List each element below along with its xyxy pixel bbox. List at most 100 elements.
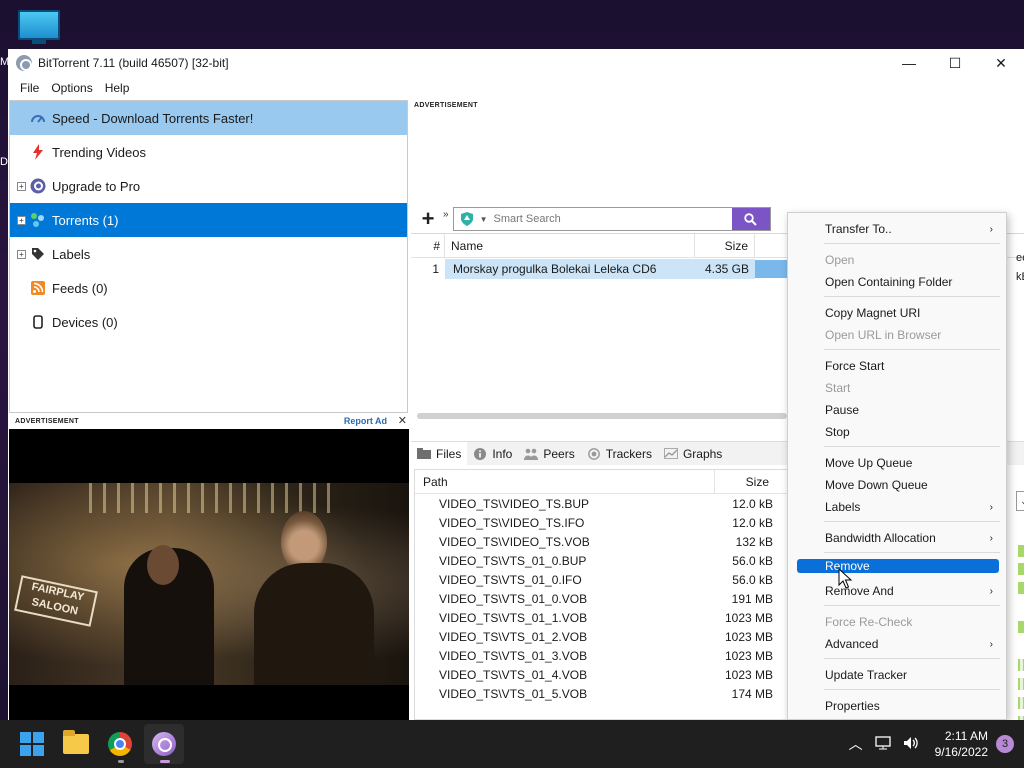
notification-badge[interactable]: 3 xyxy=(996,735,1014,753)
file-path: VIDEO_TS\VIDEO_TS.IFO xyxy=(439,515,585,530)
menu-item-force-start[interactable]: Force Start xyxy=(797,356,999,376)
file-row[interactable]: VIDEO_TS\VTS_01_4.VOB 1023 MB xyxy=(415,665,793,684)
menu-item-properties[interactable]: Properties xyxy=(797,696,999,716)
menu-item-copy-magnet-uri[interactable]: Copy Magnet URI xyxy=(797,303,999,323)
file-row[interactable]: VIDEO_TS\VTS_01_3.VOB 1023 MB xyxy=(415,646,793,665)
file-row[interactable]: VIDEO_TS\VTS_01_0.VOB 191 MB xyxy=(415,589,793,608)
chevron-right-icon: › xyxy=(989,223,993,235)
menu-item-transfer-to[interactable]: Transfer To.. › xyxy=(797,219,999,239)
tab-graphs[interactable]: Graphs xyxy=(658,442,728,466)
menu-item-labels[interactable]: Labels › xyxy=(797,497,999,517)
file-size: 1023 MB xyxy=(724,610,773,625)
left-advertisement[interactable]: ADVERTISEMENT Report Ad ✕ FAIRPLAY SALOO… xyxy=(9,413,409,720)
torrent-number: 1 xyxy=(432,262,439,276)
menu-item-open-containing-folder[interactable]: Open Containing Folder xyxy=(797,272,999,292)
sidebar-item-devices[interactable]: Devices (0) xyxy=(10,305,407,339)
chevron-down-icon[interactable]: ▼ xyxy=(480,215,488,224)
menu-file[interactable]: File xyxy=(14,81,45,95)
title-bar[interactable]: BitTorrent 7.11 (build 46507) [32-bit] —… xyxy=(8,49,1024,77)
sidebar-item-trending-videos[interactable]: Trending Videos xyxy=(10,135,407,169)
add-torrent-button[interactable]: + xyxy=(415,206,441,232)
chevron-down-icon[interactable]: ⌄ xyxy=(1016,491,1024,511)
menu-item-advanced[interactable]: Advanced › xyxy=(797,634,999,654)
maximize-button[interactable]: ☐ xyxy=(932,49,978,77)
file-row[interactable]: VIDEO_TS\VTS_01_0.IFO 56.0 kB xyxy=(415,570,793,589)
file-row[interactable]: VIDEO_TS\VTS_01_0.BUP 56.0 kB xyxy=(415,551,793,570)
advertisement-label: ADVERTISEMENT xyxy=(414,102,478,109)
smart-search-box[interactable]: ▼ Smart Search xyxy=(452,207,771,231)
tab-peers[interactable]: Peers xyxy=(518,442,580,466)
menu-item-move-down-queue[interactable]: Move Down Queue xyxy=(797,475,999,495)
menu-item-remove[interactable]: Remove xyxy=(797,559,999,573)
menu-options[interactable]: Options xyxy=(45,81,98,95)
sidebar-item-labels[interactable]: + Labels xyxy=(10,237,407,271)
show-hidden-icons-chevron-icon[interactable]: ︿ xyxy=(849,734,863,754)
this-pc-desktop-icon[interactable] xyxy=(18,10,60,48)
tab-files[interactable]: Files xyxy=(411,441,468,466)
tab-info[interactable]: Info xyxy=(467,442,518,466)
graphs-icon xyxy=(663,448,678,460)
file-size: 1023 MB xyxy=(724,629,773,644)
search-button[interactable] xyxy=(731,208,770,230)
search-input[interactable]: Smart Search xyxy=(493,213,731,225)
menu-item-bandwidth-allocation[interactable]: Bandwidth Allocation › xyxy=(797,528,999,548)
sidebar-item-torrents[interactable]: + Torrents (1) xyxy=(10,203,407,237)
tab-label: Trackers xyxy=(605,446,652,461)
shield-icon[interactable] xyxy=(454,208,480,230)
column-header-name[interactable]: Name xyxy=(445,233,695,258)
close-ad-icon[interactable]: ✕ xyxy=(398,414,407,427)
bittorrent-logo-icon xyxy=(30,178,46,194)
tab-label: Files xyxy=(436,446,462,461)
file-row[interactable]: VIDEO_TS\VTS_01_2.VOB 1023 MB xyxy=(415,627,793,646)
menu-item-stop[interactable]: Stop xyxy=(797,422,999,442)
clock[interactable]: 2:11 AM 9/16/2022 xyxy=(935,728,988,760)
sidebar-item-speed[interactable]: Speed - Download Torrents Faster! xyxy=(10,101,407,135)
tab-trackers[interactable]: Trackers xyxy=(581,442,658,466)
volume-icon[interactable] xyxy=(903,736,919,753)
mouse-cursor-icon xyxy=(838,568,852,589)
file-row[interactable]: VIDEO_TS\VIDEO_TS.BUP 12.0 kB xyxy=(415,494,793,513)
horizontal-scrollbar[interactable] xyxy=(417,413,787,419)
expand-toggle-icon[interactable]: + xyxy=(17,249,26,259)
bittorrent-taskbar-button[interactable] xyxy=(144,724,184,764)
file-row[interactable]: VIDEO_TS\VIDEO_TS.IFO 12.0 kB xyxy=(415,513,793,532)
torrents-icon xyxy=(30,212,46,228)
chevron-right-icon: › xyxy=(989,532,993,544)
menu-item-open: Open xyxy=(825,253,855,267)
file-explorer-button[interactable] xyxy=(56,724,96,764)
column-header-size[interactable]: Size xyxy=(695,233,755,258)
menu-item-pause[interactable]: Pause xyxy=(797,400,999,420)
files-list: Path Size VIDEO_TS\VIDEO_TS.BUP 12.0 kB V… xyxy=(414,469,794,720)
top-advertisement[interactable]: ADVERTISEMENT xyxy=(410,100,1024,204)
report-ad-link[interactable]: Report Ad xyxy=(344,416,387,426)
expand-toggle-icon[interactable]: + xyxy=(17,215,26,225)
chrome-button[interactable] xyxy=(100,724,140,764)
column-header-path[interactable]: Path xyxy=(415,469,715,494)
file-size: 12.0 kB xyxy=(732,496,773,511)
close-button[interactable]: ✕ xyxy=(978,49,1024,77)
file-row[interactable]: VIDEO_TS\VIDEO_TS.VOB 132 kB xyxy=(415,532,793,551)
rss-icon xyxy=(30,280,46,296)
windows-logo-icon xyxy=(20,732,44,756)
file-row[interactable]: VIDEO_TS\VTS_01_5.VOB 174 MB xyxy=(415,684,793,703)
sidebar-item-feeds[interactable]: Feeds (0) xyxy=(10,271,407,305)
column-header-number[interactable]: # xyxy=(411,233,445,258)
chevron-right-icon: › xyxy=(989,638,993,650)
menu-item-move-up-queue[interactable]: Move Up Queue xyxy=(797,453,999,473)
file-path: VIDEO_TS\VTS_01_5.VOB xyxy=(439,686,588,701)
ad-video-frame[interactable]: FAIRPLAY SALOON xyxy=(9,483,409,685)
sidebar-item-upgrade-to-pro[interactable]: + Upgrade to Pro xyxy=(10,169,407,203)
chrome-icon xyxy=(108,732,132,756)
menu-item-update-tracker[interactable]: Update Tracker xyxy=(797,665,999,685)
menu-item-remove-and[interactable]: Remove And › xyxy=(797,581,999,601)
menu-help[interactable]: Help xyxy=(99,81,136,95)
start-button[interactable] xyxy=(12,724,52,764)
toolbar-overflow-icon[interactable]: » xyxy=(443,209,449,220)
file-row[interactable]: VIDEO_TS\VTS_01_1.VOB 1023 MB xyxy=(415,608,793,627)
network-icon[interactable] xyxy=(874,735,891,753)
expand-toggle-icon[interactable]: + xyxy=(17,181,26,191)
progress-bar xyxy=(1018,678,1024,690)
chevron-right-icon: › xyxy=(989,585,993,597)
minimize-button[interactable]: — xyxy=(886,49,932,77)
column-header-size[interactable]: Size xyxy=(715,470,775,494)
